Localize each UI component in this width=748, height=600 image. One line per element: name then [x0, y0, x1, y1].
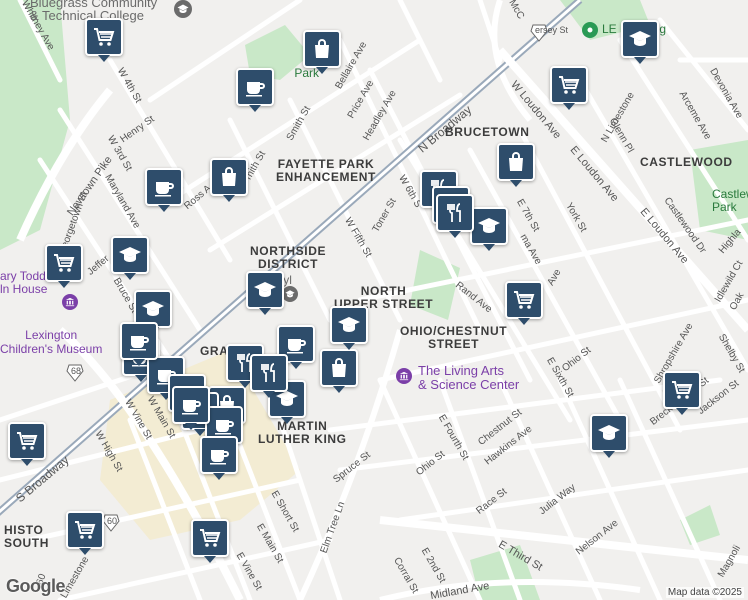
bag-icon	[315, 39, 329, 58]
coffee-icon	[182, 400, 201, 415]
school-icon	[142, 301, 164, 316]
cart-icon	[514, 291, 535, 309]
coffee-icon	[130, 336, 149, 351]
poi-living-arts[interactable]: The Living Arts & Science Center	[418, 364, 519, 392]
map-marker-restaurant[interactable]	[250, 354, 288, 398]
map-marker-coffee[interactable]	[145, 168, 183, 212]
place-pin-icon	[582, 22, 598, 38]
route-60-label-b: 60	[107, 516, 118, 526]
cart-icon	[200, 529, 221, 547]
bag-icon	[332, 358, 346, 377]
hood-ohio-chestnut: OHIO/CHESTNUT STREET	[400, 324, 508, 351]
school-icon	[629, 31, 651, 46]
bag-icon	[509, 152, 523, 171]
cart-icon	[17, 432, 38, 450]
cart-icon	[94, 28, 115, 46]
map-marker-coffee[interactable]	[236, 68, 274, 112]
hood-mlk: MARTIN LUTHER KING	[258, 419, 347, 446]
restaurant-icon	[447, 203, 461, 222]
university-icon	[282, 286, 298, 302]
poi-childrens-museum[interactable]: Lexington Children's Museum	[0, 328, 102, 356]
cart-icon	[54, 254, 75, 272]
map-marker-cart[interactable]	[45, 244, 83, 288]
map-marker-bag[interactable]	[303, 30, 341, 74]
coffee-icon	[246, 82, 265, 97]
museum-icon	[396, 368, 412, 384]
map-marker-cart[interactable]	[8, 422, 46, 466]
map-marker-coffee[interactable]	[120, 322, 158, 366]
cart-icon	[75, 521, 96, 539]
map-marker-cart[interactable]	[191, 519, 229, 563]
hood-castlewood: CASTLEWOOD	[640, 155, 733, 169]
bag-icon	[222, 167, 236, 186]
restaurant-icon	[261, 363, 275, 382]
map-marker-cart[interactable]	[663, 371, 701, 415]
school-icon	[254, 282, 276, 297]
map-marker-school[interactable]	[621, 20, 659, 64]
map-attribution[interactable]: Map data ©2025	[665, 587, 744, 598]
map-marker-school[interactable]	[470, 207, 508, 251]
cart-icon	[559, 76, 580, 94]
map-marker-school[interactable]	[590, 414, 628, 458]
college-icon	[174, 0, 192, 18]
hood-gra: GRA	[200, 344, 229, 358]
map-marker-coffee[interactable]	[200, 436, 238, 480]
coffee-icon	[287, 339, 306, 354]
school-icon	[598, 425, 620, 440]
map-marker-school[interactable]	[111, 236, 149, 280]
route-60-label-a: 68	[71, 366, 82, 376]
poi-mary-todd[interactable]: ary Todd ln House	[0, 270, 47, 296]
poi-castlewood-park[interactable]: Castlewo Park	[712, 188, 748, 214]
school-icon	[338, 317, 360, 332]
coffee-icon	[155, 182, 174, 197]
map-marker-cart[interactable]	[505, 281, 543, 325]
map-marker-school[interactable]	[246, 271, 284, 315]
google-logo[interactable]: Google	[6, 576, 66, 597]
map-marker-school[interactable]	[330, 306, 368, 350]
map-marker-cart[interactable]	[85, 18, 123, 62]
hood-brucetown: BRUCETOWN	[445, 125, 530, 139]
hood-fayette-park: FAYETTE PARK ENHANCEMENT	[276, 157, 376, 184]
map-canvas[interactable]: ersey St 68 60 N Broadway S Broadway W L…	[0, 0, 748, 600]
hood-historic-south: HISTO SOUTH	[4, 523, 49, 550]
map-marker-bag[interactable]	[320, 349, 358, 393]
hood-northside: NORTHSIDE DISTRICT	[250, 244, 327, 271]
map-marker-restaurant[interactable]	[436, 194, 474, 238]
museum-icon-2	[62, 294, 78, 310]
coffee-icon	[210, 450, 229, 465]
route-68-label: ersey St	[535, 25, 569, 35]
map-marker-bag[interactable]	[210, 158, 248, 202]
map-marker-bag[interactable]	[497, 143, 535, 187]
map-marker-cart[interactable]	[550, 66, 588, 110]
cart-icon	[672, 381, 693, 399]
map-marker-cart[interactable]	[66, 511, 104, 555]
coffee-icon	[215, 420, 234, 435]
school-icon	[119, 247, 141, 262]
school-icon	[478, 218, 500, 233]
map-marker-coffee[interactable]	[172, 386, 210, 430]
